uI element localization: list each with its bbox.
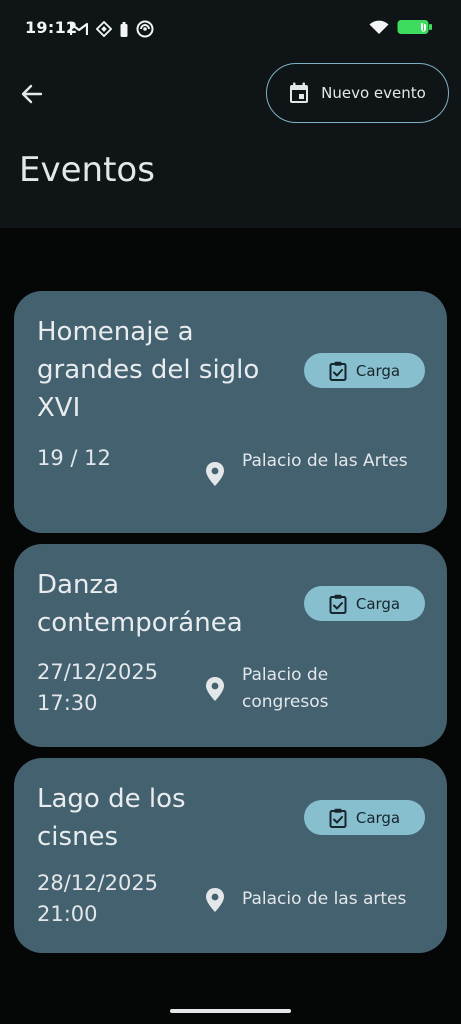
carga-button[interactable]: Carga — [304, 586, 425, 621]
gmail-icon — [70, 22, 88, 35]
events-screen: 19:12 Nuevo evento Eventos Homenaje a gr… — [0, 0, 461, 1024]
location-pin-icon — [206, 462, 224, 486]
status-bar: 19:12 — [0, 0, 461, 58]
app-bar: 19:12 Nuevo evento Eventos — [0, 0, 461, 228]
wifi-icon — [369, 20, 389, 34]
app-diamond-icon — [96, 21, 112, 37]
clipboard-check-icon — [329, 594, 347, 614]
carga-button[interactable]: Carga — [304, 800, 425, 835]
event-date: 27/12/2025 17:30 — [37, 660, 159, 715]
location-pin-icon — [206, 677, 224, 701]
carga-label: Carga — [355, 594, 401, 613]
event-card[interactable]: Danza contemporánea Carga 27/12/2025 17:… — [14, 544, 447, 747]
new-event-label: Nuevo evento — [321, 84, 426, 102]
carga-button[interactable]: Carga — [304, 353, 425, 388]
calendar-icon — [290, 82, 309, 103]
event-date: 28/12/2025 21:00 — [37, 871, 159, 926]
carga-label: Carga — [355, 361, 401, 380]
event-title: Lago de los cisnes — [37, 784, 186, 852]
app-swirl-icon — [136, 20, 154, 38]
carga-label: Carga — [355, 808, 401, 827]
event-date: 19 / 12 — [37, 446, 111, 470]
notification-icons — [70, 20, 154, 38]
event-card[interactable]: Homenaje a grandes del siglo XVI Carga 1… — [14, 291, 447, 533]
home-indicator[interactable] — [170, 1009, 291, 1013]
event-title: Danza contemporánea — [37, 570, 243, 638]
event-location: Palacio de las artes — [242, 889, 407, 909]
back-button[interactable] — [14, 76, 50, 112]
new-event-button[interactable]: Nuevo evento — [266, 63, 449, 123]
battery-icon — [397, 20, 432, 34]
event-card[interactable]: Lago de los cisnes Carga 28/12/2025 21:0… — [14, 758, 447, 953]
event-title: Homenaje a grandes del siglo XVI — [37, 317, 260, 423]
arrow-back-icon — [21, 84, 43, 104]
location-pin-icon — [206, 888, 224, 912]
battery-small-icon — [120, 21, 128, 37]
event-location: Palacio de las Artes — [242, 451, 408, 471]
system-icons — [369, 19, 433, 35]
page-title: Eventos — [19, 150, 155, 190]
clipboard-check-icon — [329, 361, 347, 381]
event-location: Palacio de congresos — [242, 665, 329, 712]
clipboard-check-icon — [329, 808, 347, 828]
